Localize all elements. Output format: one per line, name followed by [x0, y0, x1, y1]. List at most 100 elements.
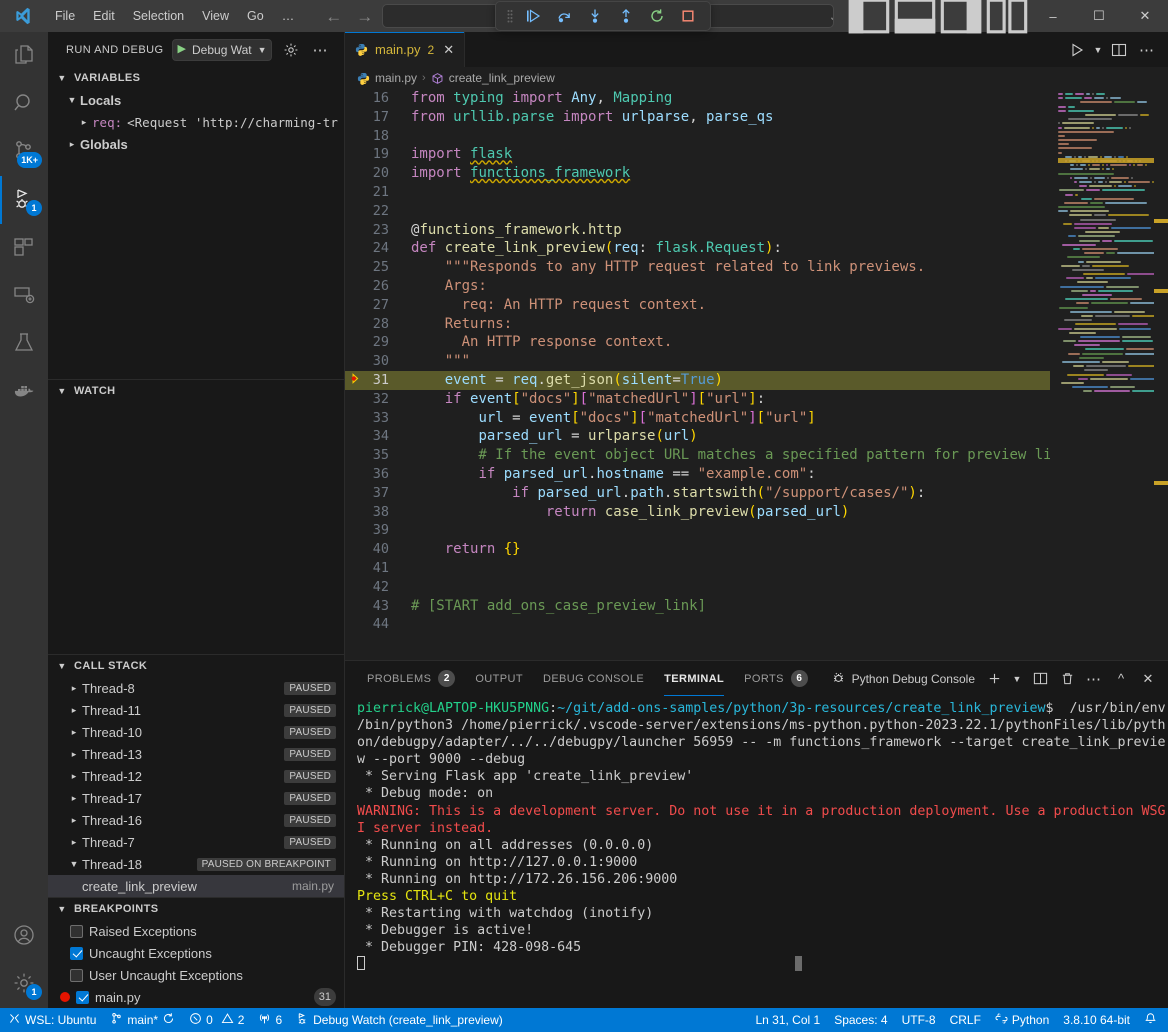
menu-selection[interactable]: Selection	[124, 6, 193, 26]
code-line[interactable]: 40 return {}	[345, 540, 1050, 559]
breakpoint-row-uncaught-exceptions[interactable]: Uncaught Exceptions	[48, 942, 344, 964]
code-text[interactable]: parsed_url = urlparse(url)	[405, 427, 1050, 446]
callstack-frame-row[interactable]: create_link_preview main.py	[48, 875, 344, 897]
callstack-thread-row[interactable]: ▸ Thread-8 PAUSED	[48, 677, 344, 699]
terminal-selector[interactable]: Python Debug Console	[831, 670, 975, 688]
variables-section-header[interactable]: ▼ VARIABLES	[48, 67, 344, 89]
status-ports[interactable]: 6	[251, 1008, 289, 1032]
activitybar-item-remote-explorer[interactable]	[0, 272, 48, 320]
code-text[interactable]: url = event["docs"]["matchedUrl"]["url"]	[405, 409, 1050, 428]
sidebar-more-actions-button[interactable]: ⋯	[310, 39, 332, 61]
variables-tree[interactable]: ▼ Locals ▸ req: <Request 'http://charmin…	[48, 89, 344, 379]
code-line[interactable]: 19import flask	[345, 145, 1050, 164]
callstack-section-header[interactable]: ▼ CALL STACK	[48, 655, 344, 677]
status-language-mode[interactable]: Python	[988, 1008, 1056, 1032]
activitybar-item-accounts[interactable]	[0, 912, 48, 960]
new-terminal-button[interactable]	[982, 667, 1006, 691]
status-source-control[interactable]: main*	[103, 1008, 182, 1032]
chevron-right-icon[interactable]: ▸	[66, 749, 82, 760]
callstack-thread-row[interactable]: ▸ Thread-16 PAUSED	[48, 809, 344, 831]
breadcrumb[interactable]: main.py › create_link_preview	[345, 67, 1168, 89]
code-text[interactable]: event = req.get_json(silent=True)	[405, 371, 1050, 390]
open-launch-json-button[interactable]	[280, 39, 302, 61]
code-text[interactable]: return {}	[405, 540, 1050, 559]
chevron-down-icon[interactable]: ▼	[66, 859, 82, 869]
code-line[interactable]: 21	[345, 183, 1050, 202]
activitybar-item-run-and-debug[interactable]: 1	[0, 176, 48, 224]
chevron-down-icon[interactable]: ▼	[64, 95, 80, 105]
breakpoint-row-user-uncaught-exceptions[interactable]: User Uncaught Exceptions	[48, 964, 344, 986]
tab-main-py[interactable]: main.py 2 ✕	[345, 32, 465, 67]
code-line[interactable]: 25 """Responds to any HTTP request relat…	[345, 258, 1050, 277]
menu-file[interactable]: File	[46, 6, 84, 26]
chevron-down-icon[interactable]: ▼	[258, 45, 267, 55]
run-python-file-button[interactable]	[1064, 37, 1090, 63]
callstack-thread-row-active[interactable]: ▼ Thread-18 PAUSED ON BREAKPOINT	[48, 853, 344, 875]
callstack-thread-row[interactable]: ▸ Thread-17 PAUSED	[48, 787, 344, 809]
code-line[interactable]: 31 event = req.get_json(silent=True)	[345, 371, 1050, 390]
maximize-button[interactable]: ☐	[1076, 0, 1122, 32]
terminal-dropdown-button[interactable]: ▼	[1009, 667, 1025, 691]
status-cursor-position[interactable]: Ln 31, Col 1	[748, 1008, 827, 1032]
activitybar-item-docker[interactable]	[0, 368, 48, 416]
code-text[interactable]: """Responds to any HTTP request related …	[405, 258, 1050, 277]
code-line[interactable]: 33 url = event["docs"]["matchedUrl"]["ur…	[345, 409, 1050, 428]
callstack-thread-row[interactable]: ▸ Thread-7 PAUSED	[48, 831, 344, 853]
status-debug-session[interactable]: Debug Watch (create_link_preview)	[289, 1008, 510, 1032]
activitybar-item-source-control[interactable]: 1K+	[0, 128, 48, 176]
breakpoint-row-main-py[interactable]: main.py 31	[48, 986, 344, 1008]
navigation-arrows[interactable]: ← →	[325, 8, 373, 25]
activitybar-item-extensions[interactable]	[0, 224, 48, 272]
activitybar-item-search[interactable]	[0, 80, 48, 128]
back-arrow-icon[interactable]: ←	[325, 8, 342, 25]
chevron-right-icon[interactable]: ▸	[66, 683, 82, 694]
status-problems[interactable]: 0 2	[182, 1008, 251, 1032]
breakpoint-arrow-icon[interactable]	[345, 371, 367, 390]
toggle-secondary-sidebar-button[interactable]	[938, 0, 984, 32]
breakpoint-checkbox[interactable]	[70, 969, 83, 982]
toggle-primary-sidebar-button[interactable]	[846, 0, 892, 32]
maximize-panel-button[interactable]: ^	[1109, 667, 1133, 691]
variables-scope-globals[interactable]: ▸ Globals	[48, 133, 344, 155]
sync-icon[interactable]	[162, 1012, 175, 1028]
play-icon[interactable]: ▶	[178, 44, 186, 55]
callstack-thread-row[interactable]: ▸ Thread-12 PAUSED	[48, 765, 344, 787]
chevron-right-icon[interactable]: ▸	[66, 793, 82, 804]
code-line[interactable]: 28 Returns:	[345, 315, 1050, 334]
code-line[interactable]: 42	[345, 578, 1050, 597]
code-text[interactable]: import flask	[405, 145, 1050, 164]
code-line[interactable]: 30 """	[345, 352, 1050, 371]
variables-scope-locals[interactable]: ▼ Locals	[48, 89, 344, 111]
code-text[interactable]: if event["docs"]["matchedUrl"]["url"]:	[405, 390, 1050, 409]
customize-layout-button[interactable]	[984, 0, 1030, 32]
code-text[interactable]: """	[405, 352, 1050, 371]
code-text[interactable]: import functions_framework	[405, 164, 1050, 183]
code-lines[interactable]: 16from typing import Any, Mapping17from …	[345, 89, 1050, 634]
code-line[interactable]: 16from typing import Any, Mapping	[345, 89, 1050, 108]
continue-button[interactable]	[519, 4, 547, 28]
code-line[interactable]: 27 req: An HTTP request context.	[345, 296, 1050, 315]
editor-more-actions-button[interactable]: ⋯	[1134, 37, 1160, 63]
split-editor-button[interactable]	[1106, 37, 1132, 63]
window-controls[interactable]: – ☐ ✕	[846, 0, 1168, 32]
drag-handle-icon[interactable]	[504, 8, 516, 24]
restart-button[interactable]	[643, 4, 671, 28]
code-text[interactable]: if parsed_url.hostname == "example.com":	[405, 465, 1050, 484]
code-line[interactable]: 23@functions_framework.http	[345, 221, 1050, 240]
activitybar-item-testing[interactable]	[0, 320, 48, 368]
code-line[interactable]: 24def create_link_preview(req: flask.Req…	[345, 239, 1050, 258]
code-line[interactable]: 39	[345, 521, 1050, 540]
code-text[interactable]: # [START add_ons_case_preview_link]	[405, 597, 1050, 616]
chevron-right-icon[interactable]: ▸	[66, 815, 82, 826]
breakpoint-checkbox[interactable]	[76, 991, 89, 1004]
code-scroll-region[interactable]: 16from typing import Any, Mapping17from …	[345, 89, 1050, 660]
breadcrumb-file[interactable]: main.py	[357, 71, 417, 85]
callstack-thread-row[interactable]: ▸ Thread-11 PAUSED	[48, 699, 344, 721]
split-terminal-button[interactable]	[1028, 667, 1052, 691]
chevron-right-icon[interactable]: ▸	[66, 837, 82, 848]
code-line[interactable]: 32 if event["docs"]["matchedUrl"]["url"]…	[345, 390, 1050, 409]
code-line[interactable]: 44	[345, 615, 1050, 634]
status-indentation[interactable]: Spaces: 4	[827, 1008, 894, 1032]
breadcrumb-symbol[interactable]: create_link_preview	[431, 71, 555, 85]
step-into-button[interactable]	[581, 4, 609, 28]
